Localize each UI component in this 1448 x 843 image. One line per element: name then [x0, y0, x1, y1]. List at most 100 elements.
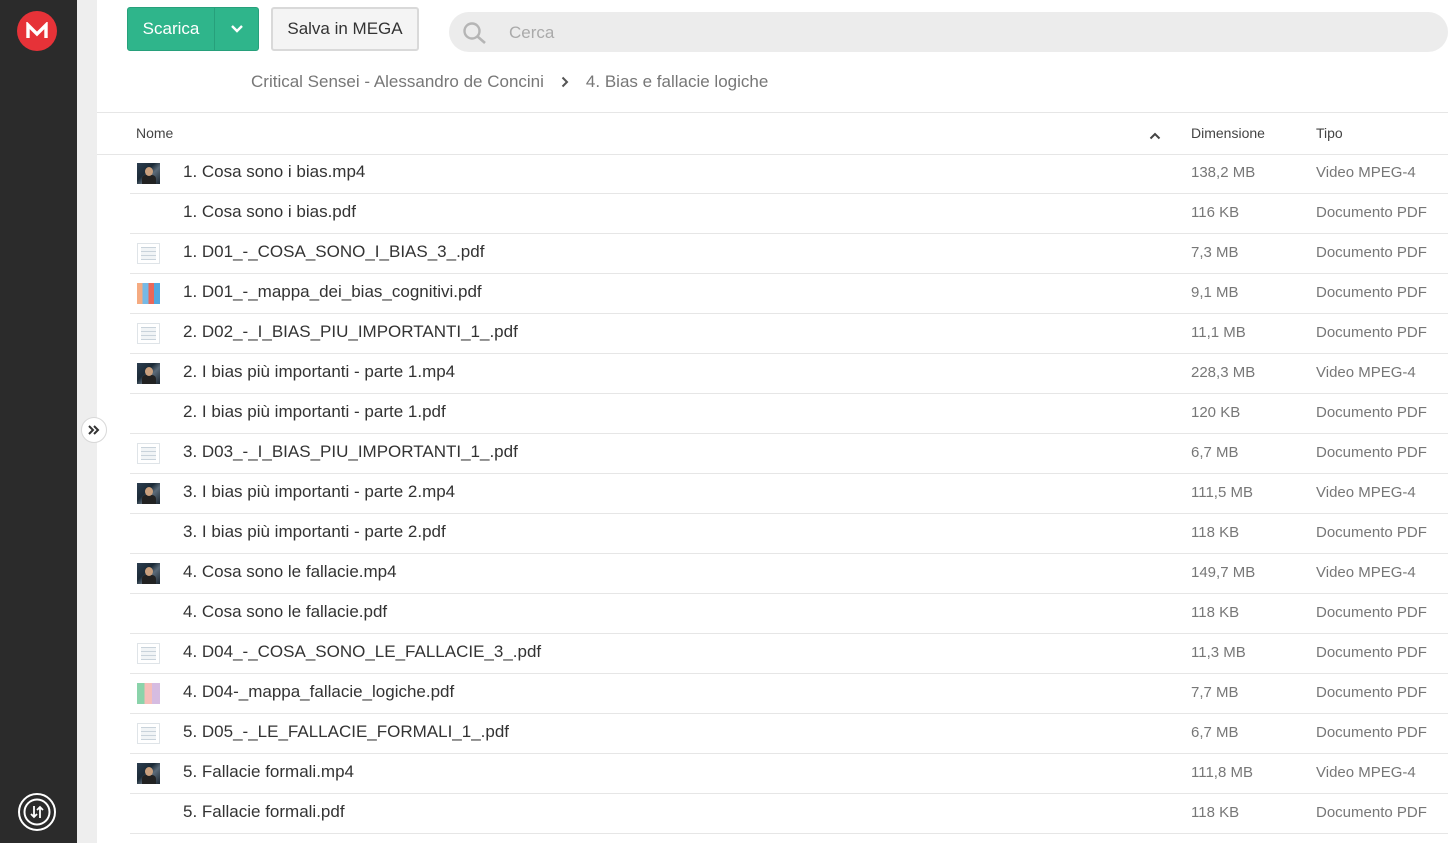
breadcrumb-item-parent[interactable]: Critical Sensei - Alessandro de Concini	[251, 72, 544, 92]
file-size: 111,5 MB	[1191, 484, 1253, 501]
file-name: 3. D03_-_I_BIAS_PIU_IMPORTANTI_1_.pdf	[183, 442, 518, 461]
file-name: 5. Fallacie formali.pdf	[183, 802, 345, 821]
file-name: 4. Cosa sono le fallacie.pdf	[183, 602, 388, 621]
file-row[interactable]: 5. Fallacie formali.pdf 118 KB Documento P…	[130, 794, 1448, 834]
breadcrumb-item-current[interactable]: 4. Bias e fallacie logiche	[586, 72, 768, 92]
file-type: Documento PDF	[1316, 724, 1427, 741]
file-row[interactable]: 3. D03_-_I_BIAS_PIU_IMPORTANTI_1_.pdf 6,7…	[130, 434, 1448, 474]
file-size: 149,7 MB	[1191, 564, 1256, 581]
search-bar[interactable]	[449, 12, 1448, 52]
file-type: Documento PDF	[1316, 324, 1427, 341]
video-thumbnail	[137, 163, 160, 184]
file-type: Documento PDF	[1316, 604, 1427, 621]
file-size: 138,2 MB	[1191, 164, 1256, 181]
file-type: Documento PDF	[1316, 684, 1427, 701]
file-row[interactable]: 4. D04-_mappa_fallacie_logiche.pdf 7,7 MB…	[130, 674, 1448, 714]
column-header-name[interactable]: Nome	[136, 125, 173, 141]
file-type: Video MPEG-4	[1316, 564, 1416, 581]
chevron-right-icon	[561, 76, 569, 88]
file-type: Documento PDF	[1316, 444, 1427, 461]
document-thumbnail	[137, 723, 160, 744]
file-list: 1. Cosa sono i bias.mp4 138,2 MB Video MPE…	[130, 154, 1448, 834]
file-type: Documento PDF	[1316, 404, 1427, 421]
sort-ascending-icon[interactable]	[1149, 127, 1161, 143]
expand-sidebar-icon[interactable]	[81, 417, 107, 443]
file-type: Documento PDF	[1316, 284, 1427, 301]
file-row[interactable]: 4. Cosa sono le fallacie.pdf 118 KB Docume…	[130, 594, 1448, 634]
video-thumbnail	[137, 763, 160, 784]
file-name: 4. D04-_mappa_fallacie_logiche.pdf	[183, 682, 455, 701]
search-icon	[462, 21, 488, 50]
document-thumbnail	[137, 243, 160, 264]
file-row[interactable]: 2. I bias più importanti - parte 1.mp4 22…	[130, 354, 1448, 394]
file-type: Documento PDF	[1316, 804, 1427, 821]
video-thumbnail	[137, 363, 160, 384]
file-row[interactable]: 5. D05_-_LE_FALLACIE_FORMALI_1_.pdf 6,7 M…	[130, 714, 1448, 754]
file-size: 7,7 MB	[1191, 684, 1239, 701]
left-rail	[0, 0, 77, 843]
top-toolbar: Scarica Salva in MEGA Critical Sensei - …	[97, 0, 1448, 113]
file-row[interactable]: 1. D01_-_mappa_dei_bias_cognitivi.pdf 9,1…	[130, 274, 1448, 314]
download-button[interactable]: Scarica	[127, 7, 259, 51]
file-row[interactable]: 1. D01_-_COSA_SONO_I_BIAS_3_.pdf 7,3 MB Do…	[130, 234, 1448, 274]
file-size: 118 KB	[1191, 604, 1240, 621]
file-row[interactable]: 5. Fallacie formali.mp4 111,8 MB Video MPE…	[130, 754, 1448, 794]
file-size: 111,8 MB	[1191, 764, 1253, 781]
file-name: 1. Cosa sono i bias.pdf	[183, 202, 356, 221]
file-size: 11,3 MB	[1191, 644, 1246, 661]
search-input[interactable]	[507, 18, 1411, 48]
file-type: Documento PDF	[1316, 244, 1427, 261]
transfer-manager-icon[interactable]	[17, 792, 57, 832]
file-size: 118 KB	[1191, 524, 1240, 541]
file-row[interactable]: 1. Cosa sono i bias.pdf 116 KB Documento P…	[130, 194, 1448, 234]
file-type: Video MPEG-4	[1316, 764, 1416, 781]
file-name: 2. D02_-_I_BIAS_PIU_IMPORTANTI_1_.pdf	[183, 322, 518, 341]
file-name: 5. D05_-_LE_FALLACIE_FORMALI_1_.pdf	[183, 722, 510, 741]
file-type: Documento PDF	[1316, 204, 1427, 221]
column-header-type[interactable]: Tipo	[1316, 125, 1343, 141]
file-row[interactable]: 2. D02_-_I_BIAS_PIU_IMPORTANTI_1_.pdf 11,…	[130, 314, 1448, 354]
file-name: 2. I bias più importanti - parte 1.pdf	[183, 402, 446, 421]
file-name: 2. I bias più importanti - parte 1.mp4	[183, 362, 456, 381]
document-thumbnail	[137, 283, 160, 304]
file-name: 3. I bias più importanti - parte 2.mp4	[183, 482, 456, 501]
file-row[interactable]: 2. I bias più importanti - parte 1.pdf 12…	[130, 394, 1448, 434]
file-name: 3. I bias più importanti - parte 2.pdf	[183, 522, 446, 541]
file-size: 228,3 MB	[1191, 364, 1256, 381]
file-row[interactable]: 1. Cosa sono i bias.mp4 138,2 MB Video MPE…	[130, 154, 1448, 194]
file-name: 1. D01_-_mappa_dei_bias_cognitivi.pdf	[183, 282, 482, 301]
file-size: 6,7 MB	[1191, 444, 1239, 461]
file-row[interactable]: 3. I bias più importanti - parte 2.mp4 11…	[130, 474, 1448, 514]
download-button-label[interactable]: Scarica	[128, 8, 214, 50]
chevron-down-icon[interactable]	[215, 8, 258, 50]
file-row[interactable]: 4. D04_-_COSA_SONO_LE_FALLACIE_3_.pdf 11,…	[130, 634, 1448, 674]
file-size: 116 KB	[1191, 204, 1240, 221]
file-type: Documento PDF	[1316, 644, 1427, 661]
file-size: 11,1 MB	[1191, 324, 1246, 341]
video-thumbnail	[137, 563, 160, 584]
video-thumbnail	[137, 483, 160, 504]
file-name: 4. Cosa sono le fallacie.mp4	[183, 562, 397, 581]
column-header-size[interactable]: Dimensione	[1191, 125, 1265, 141]
file-name: 4. D04_-_COSA_SONO_LE_FALLACIE_3_.pdf	[183, 642, 542, 661]
document-thumbnail	[137, 323, 160, 344]
breadcrumb: Critical Sensei - Alessandro de Concini …	[251, 70, 768, 94]
file-type: Video MPEG-4	[1316, 364, 1416, 381]
mega-logo-icon[interactable]	[17, 11, 57, 51]
file-size: 9,1 MB	[1191, 284, 1239, 301]
file-type: Video MPEG-4	[1316, 164, 1416, 181]
file-name: 1. D01_-_COSA_SONO_I_BIAS_3_.pdf	[183, 242, 485, 261]
document-thumbnail	[137, 643, 160, 664]
document-thumbnail	[137, 443, 160, 464]
file-size: 6,7 MB	[1191, 724, 1239, 741]
file-type: Video MPEG-4	[1316, 484, 1416, 501]
save-to-mega-button[interactable]: Salva in MEGA	[271, 7, 419, 51]
file-name: 5. Fallacie formali.mp4	[183, 762, 355, 781]
file-row[interactable]: 4. Cosa sono le fallacie.mp4 149,7 MB Vide…	[130, 554, 1448, 594]
file-table-header: Nome Dimensione Tipo	[97, 113, 1448, 155]
file-size: 120 KB	[1191, 404, 1241, 421]
file-size: 118 KB	[1191, 804, 1240, 821]
file-name: 1. Cosa sono i bias.mp4	[183, 162, 366, 181]
file-row[interactable]: 3. I bias più importanti - parte 2.pdf 11…	[130, 514, 1448, 554]
file-size: 7,3 MB	[1191, 244, 1239, 261]
